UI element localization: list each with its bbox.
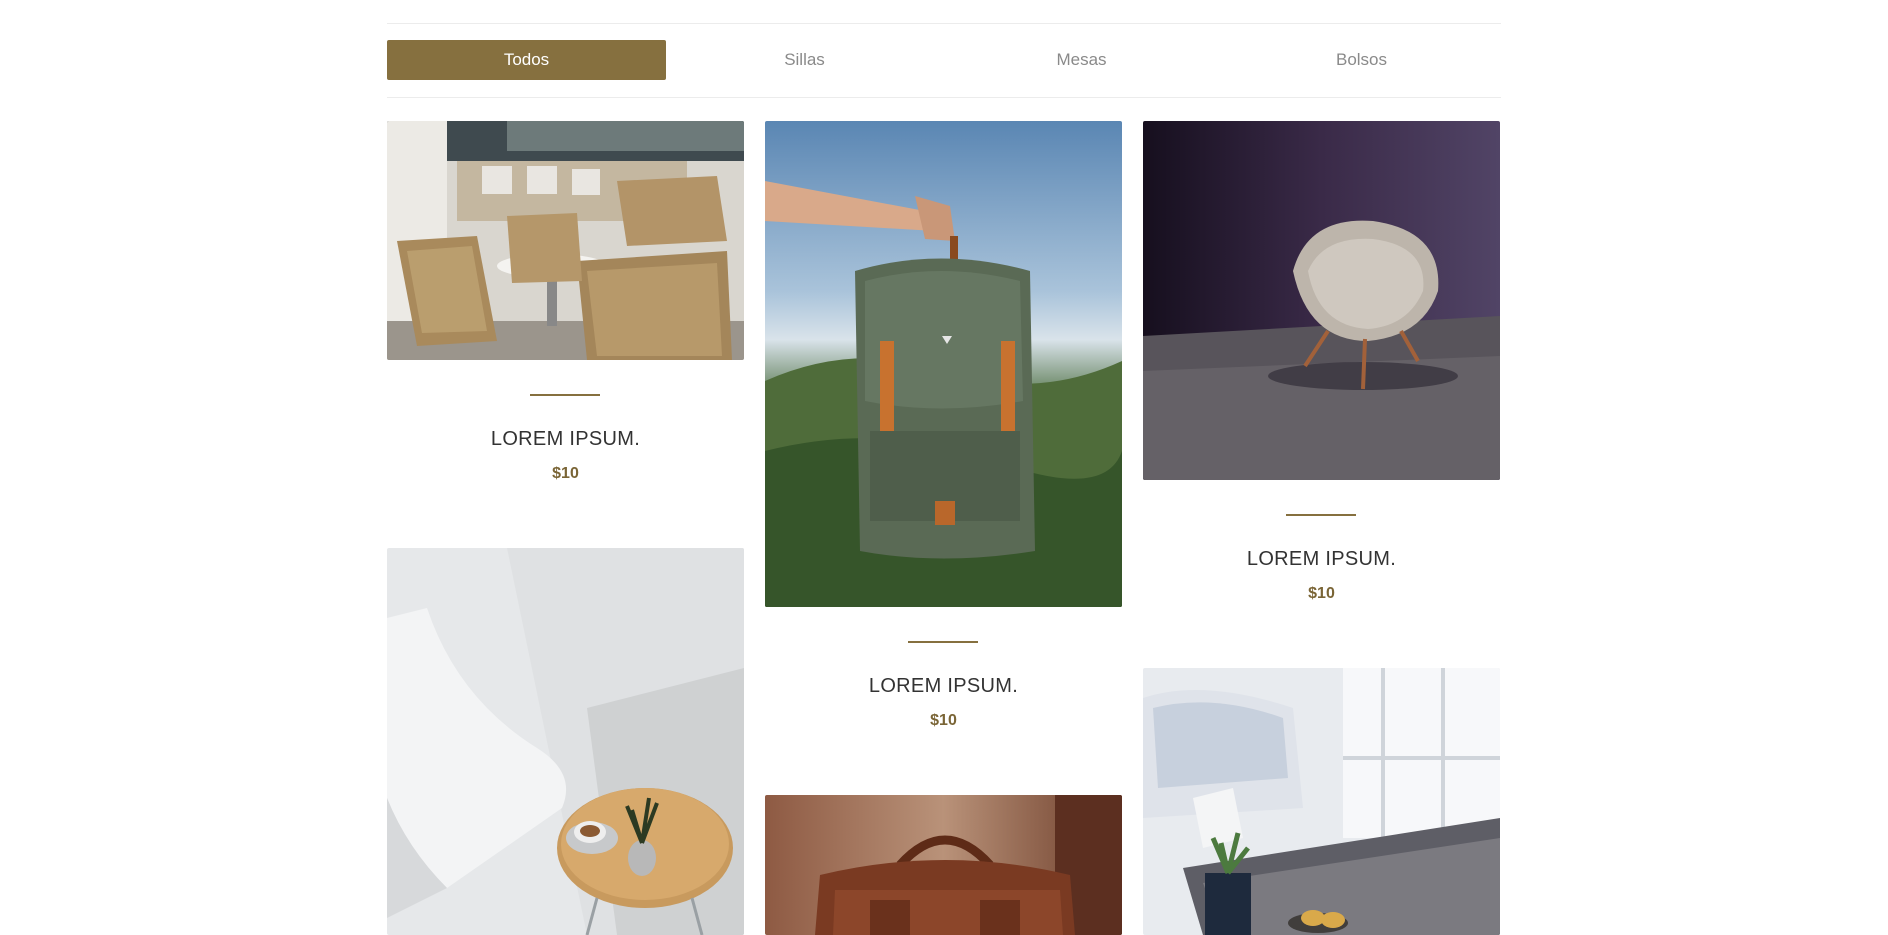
product-price: $10 xyxy=(1308,585,1335,602)
product-gallery-page: Todos Sillas Mesas Bolsos LOREM IPSUM. $… xyxy=(0,0,1888,935)
product-image-wicker-chairs[interactable] xyxy=(387,121,744,360)
product-title[interactable]: LOREM IPSUM. xyxy=(387,428,744,451)
product-card[interactable] xyxy=(765,795,1122,935)
product-divider xyxy=(530,394,600,396)
product-divider xyxy=(908,641,978,643)
product-card[interactable] xyxy=(1143,668,1500,935)
product-image-green-backpack[interactable] xyxy=(765,121,1122,607)
product-title[interactable]: LOREM IPSUM. xyxy=(765,675,1122,698)
product-card[interactable] xyxy=(387,548,744,935)
tab-bolsos[interactable]: Bolsos xyxy=(1222,40,1501,80)
tab-mesas[interactable]: Mesas xyxy=(942,40,1221,80)
product-price: $10 xyxy=(930,712,957,729)
product-image-shell-chair[interactable] xyxy=(1143,121,1500,480)
product-title[interactable]: LOREM IPSUM. xyxy=(1143,548,1500,571)
tab-sillas[interactable]: Sillas xyxy=(665,40,944,80)
product-divider xyxy=(1286,514,1356,516)
product-image-white-chair-table[interactable] xyxy=(387,548,744,935)
category-filter-bar: Todos Sillas Mesas Bolsos xyxy=(387,23,1501,98)
product-card[interactable]: LOREM IPSUM. $10 xyxy=(387,121,744,501)
tab-todos[interactable]: Todos xyxy=(387,40,666,80)
product-card[interactable]: LOREM IPSUM. $10 xyxy=(765,121,1122,741)
product-image-wooden-table-plant[interactable] xyxy=(1143,668,1500,935)
product-image-leather-bag[interactable] xyxy=(765,795,1122,935)
product-price: $10 xyxy=(552,465,579,482)
product-card[interactable]: LOREM IPSUM. $10 xyxy=(1143,121,1500,621)
